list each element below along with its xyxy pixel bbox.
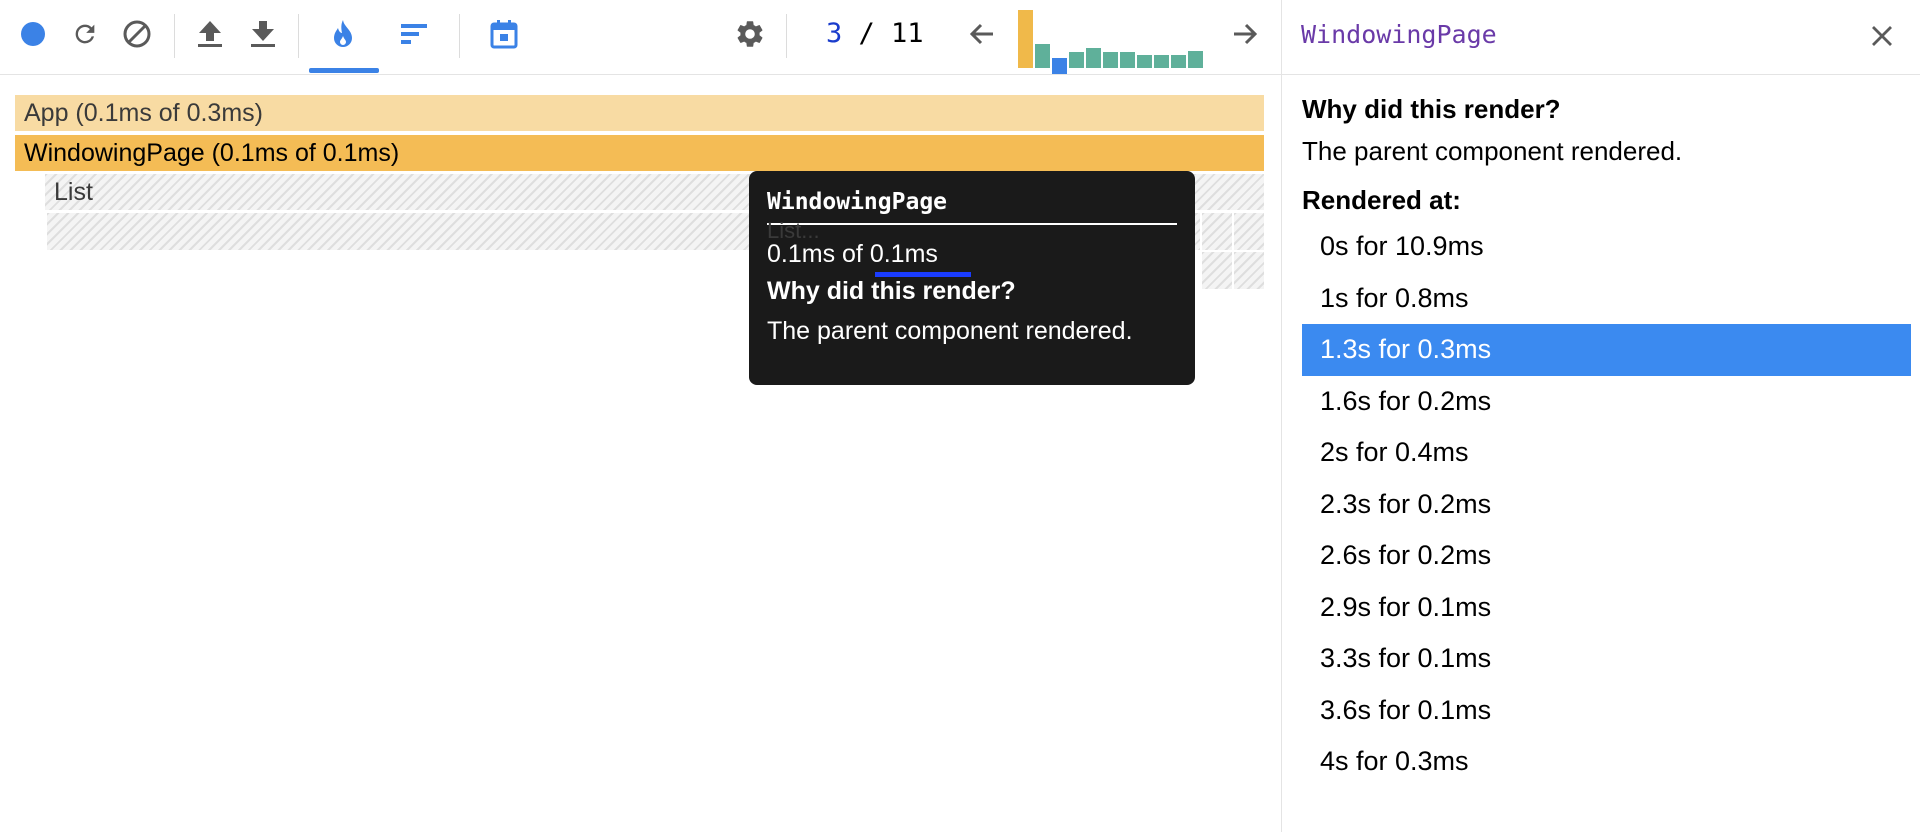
component-sidebar: WindowingPage Why did this render? The p… (1281, 0, 1920, 832)
record-icon (21, 22, 45, 46)
flame-node-windowing-page[interactable]: WindowingPage (0.1ms of 0.1ms) (15, 135, 1264, 171)
tab-flamegraph[interactable] (321, 12, 365, 56)
arrow-left-icon (969, 23, 993, 45)
flame-node-cell[interactable] (1232, 252, 1264, 289)
clear-profiling-button[interactable] (115, 12, 159, 56)
close-sidebar-button[interactable] (1862, 16, 1902, 56)
commit-total: 11 (891, 18, 924, 49)
sidebar-rendered-at-heading: Rendered at: (1302, 185, 1461, 215)
block-icon (123, 20, 151, 48)
previous-commit-button[interactable] (960, 12, 1004, 56)
commit-bar[interactable] (1120, 52, 1135, 68)
record-button[interactable] (11, 12, 55, 56)
tooltip-duration-underline (875, 272, 971, 277)
gear-icon (737, 21, 763, 47)
active-tab-indicator (309, 68, 379, 73)
tooltip-reason: The parent component rendered. (767, 317, 1133, 345)
rendered-at-item[interactable]: 3.3s for 0.1ms (1302, 633, 1911, 685)
commit-bar[interactable] (1103, 52, 1118, 68)
commit-bar[interactable] (1035, 44, 1050, 68)
tab-timeline[interactable] (482, 12, 526, 56)
rendered-at-item[interactable]: 3.6s for 0.1ms (1302, 685, 1911, 737)
sidebar-header: WindowingPage (1282, 0, 1920, 75)
toolbar-divider (298, 14, 299, 58)
reload-and-profile-button[interactable] (63, 12, 107, 56)
tooltip-duration-total: 0.1ms (869, 240, 938, 268)
commit-current: 3 (826, 18, 843, 49)
rendered-at-item[interactable]: 2.3s for 0.2ms (1302, 479, 1911, 531)
tooltip-title: WindowingPage (767, 185, 1177, 225)
commit-bar[interactable] (1069, 52, 1084, 68)
sidebar-why-heading: Why did this render? (1302, 94, 1561, 124)
rendered-at-item[interactable]: 2.6s for 0.2ms (1302, 530, 1911, 582)
tooltip-duration: 0.1ms of 0.1ms (767, 237, 1177, 277)
rendered-at-item[interactable]: 0s for 10.9ms (1302, 221, 1911, 273)
rendered-at-item[interactable]: 1s for 0.8ms (1302, 273, 1911, 325)
download-icon (251, 21, 275, 47)
commit-bar[interactable] (1188, 51, 1203, 68)
flame-node-cell[interactable] (1200, 213, 1232, 250)
commit-bar[interactable] (1086, 48, 1101, 68)
toolbar-divider (786, 14, 787, 58)
close-icon (1872, 26, 1892, 46)
rendered-at-item[interactable]: 2.9s for 0.1ms (1302, 582, 1911, 634)
tab-ranked[interactable] (392, 12, 436, 56)
next-commit-button[interactable] (1223, 12, 1267, 56)
tooltip-why-heading: Why did this render? (767, 277, 1016, 305)
upload-icon (198, 21, 222, 47)
flame-node-cell[interactable] (1232, 213, 1264, 250)
save-profile-button[interactable] (241, 12, 285, 56)
commit-bar[interactable] (1018, 10, 1033, 68)
rendered-at-item[interactable]: 1.3s for 0.3ms (1302, 324, 1911, 376)
toolbar-divider (174, 14, 175, 58)
settings-button[interactable] (728, 12, 772, 56)
sidebar-reason: The parent component rendered. (1302, 136, 1683, 166)
rendered-at-item[interactable]: 1.6s for 0.2ms (1302, 376, 1911, 428)
commit-bar[interactable] (1137, 55, 1152, 68)
flame-node-cell[interactable] (1200, 252, 1232, 289)
commit-bar[interactable] (1171, 55, 1186, 68)
commit-counter: 3 / 11 (826, 18, 924, 49)
calendar-icon (490, 20, 518, 49)
tooltip-duration-self: 0.1ms of (767, 240, 870, 268)
flame-node-app[interactable]: App (0.1ms of 0.3ms) (15, 95, 1264, 131)
commit-separator: / (842, 18, 892, 49)
profiler-toolbar: 3 / 11 (0, 0, 1281, 75)
sidebar-component-title: WindowingPage (1301, 20, 1497, 49)
reload-icon (75, 24, 95, 44)
rendered-at-item[interactable]: 4s for 0.3ms (1302, 736, 1911, 788)
rendered-at-list: 0s for 10.9ms 1s for 0.8ms 1.3s for 0.3ms 1… (1302, 221, 1911, 788)
rendered-at-item[interactable]: 2s for 0.4ms (1302, 427, 1911, 479)
profiler-panel: 3 / 11 App (0.1ms of 0.3ms) WindowingPag… (0, 0, 1281, 832)
node-tooltip: WindowingPage List... 0.1ms of 0.1ms Why… (749, 171, 1195, 385)
toolbar-divider (459, 14, 460, 58)
commit-bar-chart[interactable] (1018, 6, 1203, 74)
commit-bar[interactable] (1154, 55, 1169, 68)
arrow-right-icon (1234, 23, 1258, 45)
commit-bar[interactable] (1052, 58, 1067, 74)
load-profile-button[interactable] (188, 12, 232, 56)
flame-icon (334, 20, 352, 47)
ranked-chart-icon (401, 24, 427, 44)
